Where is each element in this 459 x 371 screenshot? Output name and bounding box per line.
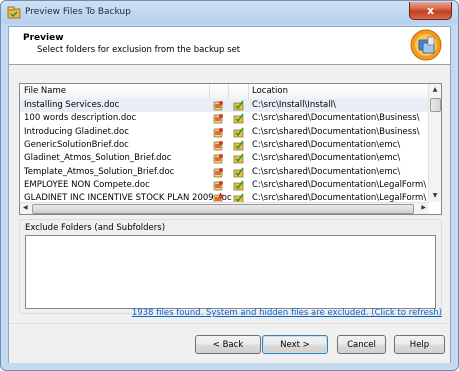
folder-check-icon[interactable] <box>233 192 245 202</box>
file-location: C:\src\shared\Documentation\emc\ <box>252 139 401 150</box>
file-row[interactable]: Gladinet_Atmos_Solution_Brief.doc C:\src\… <box>20 152 429 165</box>
document-icon[interactable] <box>213 153 224 164</box>
backup-app-icon <box>410 29 442 61</box>
horizontal-scrollbar[interactable]: ◀ ▶ <box>20 202 429 214</box>
file-location: C:\src\shared\Documentation\emc\ <box>252 153 401 164</box>
file-name: EMPLOYEE NON Compete.doc <box>24 179 150 190</box>
document-icon[interactable] <box>213 113 224 124</box>
page-title: Preview <box>23 33 64 43</box>
column-divider <box>248 84 249 99</box>
exclude-folders-group: Exclude Folders (and Subfolders) <box>19 219 442 314</box>
file-name: Introducing Gladinet.doc <box>24 126 129 137</box>
file-list-header: File Name Location <box>20 84 429 100</box>
document-icon[interactable] <box>213 167 224 178</box>
exclude-folders-list[interactable] <box>25 235 436 309</box>
file-list-rows: Installing Services.doc C:\src\Install\In… <box>20 99 429 202</box>
document-icon[interactable] <box>213 127 224 138</box>
document-icon[interactable] <box>213 100 224 111</box>
horizontal-scroll-thumb[interactable] <box>32 204 414 214</box>
scroll-up-icon[interactable]: ▲ <box>431 86 439 94</box>
vertical-scroll-thumb[interactable] <box>430 98 441 112</box>
file-location: C:\src\Install\Install\ <box>252 100 336 110</box>
file-row[interactable]: GLADINET INC INCENTIVE STOCK PLAN 2009.d… <box>20 192 429 202</box>
folder-check-icon[interactable] <box>233 99 245 111</box>
vertical-scrollbar[interactable]: ▲ ▼ <box>428 84 441 202</box>
document-icon[interactable] <box>213 140 224 151</box>
file-row[interactable]: Installing Services.doc C:\src\Install\In… <box>20 99 429 113</box>
scroll-left-icon[interactable]: ◀ <box>23 204 28 211</box>
document-icon[interactable] <box>213 180 224 191</box>
column-divider <box>228 84 229 99</box>
help-button[interactable]: Help <box>394 335 445 354</box>
file-location: C:\src\shared\Documentation\Business\ <box>252 126 420 137</box>
folder-check-icon[interactable] <box>233 112 245 124</box>
folder-check-icon[interactable] <box>233 179 245 191</box>
refresh-status-link[interactable]: 1938 files found. System and hidden file… <box>132 308 442 318</box>
folder-check-icon[interactable] <box>233 152 245 164</box>
file-row[interactable]: GenericSolutionBrief.doc C:\src\shared\Do… <box>20 139 429 152</box>
button-bar: < Back Next > Cancel Help <box>9 323 450 363</box>
file-name: 100 words description.doc <box>24 113 137 124</box>
file-name: GenericSolutionBrief.doc <box>24 139 129 150</box>
column-divider <box>209 84 210 99</box>
close-button[interactable]: x <box>409 2 452 20</box>
file-name: Gladinet_Atmos_Solution_Brief.doc <box>24 153 172 164</box>
scroll-down-icon[interactable]: ▼ <box>431 192 439 200</box>
page-subtitle: Select folders for exclusion from the ba… <box>37 45 241 55</box>
back-button[interactable]: < Back <box>195 335 261 354</box>
wizard-header: Preview Select folders for exclusion fro… <box>9 27 450 65</box>
close-icon: x <box>426 4 435 17</box>
file-location: C:\src\shared\Documentation\LegalForm\ <box>252 193 427 202</box>
file-list[interactable]: File Name Location Installing Services.d… <box>19 83 442 215</box>
app-icon <box>7 6 21 19</box>
dialog-body: Preview Select folders for exclusion fro… <box>8 26 451 363</box>
file-name: GLADINET INC INCENTIVE STOCK PLAN 2009.d… <box>24 193 232 202</box>
title-bar[interactable]: Preview Files To Backup x <box>1 1 458 25</box>
file-row[interactable]: Introducing Gladinet.doc C:\src\shared\Do… <box>20 126 429 139</box>
column-file-name[interactable]: File Name <box>24 86 66 96</box>
scroll-right-icon[interactable]: ▶ <box>421 204 426 211</box>
folder-check-icon[interactable] <box>233 126 245 138</box>
exclude-folders-label: Exclude Folders (and Subfolders) <box>25 223 166 233</box>
file-row[interactable]: 100 words description.doc C:\src\shared\D… <box>20 112 429 125</box>
file-name: Installing Services.doc <box>24 100 120 110</box>
cancel-button[interactable]: Cancel <box>337 335 386 354</box>
window-title: Preview Files To Backup <box>25 7 131 17</box>
next-button[interactable]: Next > <box>262 335 328 354</box>
file-location: C:\src\shared\Documentation\emc\ <box>252 166 401 177</box>
file-row[interactable]: Template_Atmos_Solution_Brief.doc C:\src\… <box>20 166 429 179</box>
folder-check-icon[interactable] <box>233 166 245 178</box>
column-location[interactable]: Location <box>252 86 288 96</box>
folder-check-icon[interactable] <box>233 139 245 151</box>
dialog-window: Preview Files To Backup x Preview Select… <box>0 0 459 371</box>
file-location: C:\src\shared\Documentation\LegalForm\ <box>252 179 427 190</box>
file-row[interactable]: EMPLOYEE NON Compete.doc C:\src\shared\Do… <box>20 179 429 192</box>
document-icon[interactable] <box>213 193 224 202</box>
file-location: C:\src\shared\Documentation\Business\ <box>252 113 420 124</box>
file-name: Template_Atmos_Solution_Brief.doc <box>24 166 175 177</box>
